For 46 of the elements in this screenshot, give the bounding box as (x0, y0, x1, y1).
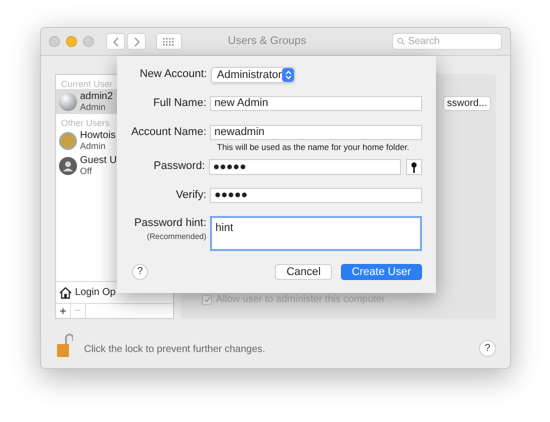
add-button[interactable]: + (56, 304, 71, 318)
forward-button[interactable] (127, 33, 146, 50)
hint-field[interactable]: hint (210, 216, 422, 251)
user-role: Admin (80, 102, 107, 112)
house-icon (59, 286, 72, 298)
chevron-left-icon (112, 36, 118, 46)
search-icon (397, 37, 406, 46)
section-header: Other Users (60, 117, 111, 128)
avatar-placeholder (59, 132, 77, 150)
window-title: Users & Groups (226, 34, 308, 50)
password-field[interactable]: ●●●●● (209, 159, 401, 175)
key-button[interactable] (406, 159, 422, 175)
text-field[interactable]: new Admin (210, 96, 422, 111)
field-sublabel: (Recommended) (146, 231, 206, 243)
create-user-button[interactable]: Create User (340, 264, 422, 280)
key-icon (411, 162, 417, 172)
text-field[interactable]: newadmin (210, 125, 422, 140)
minimize-icon[interactable] (66, 36, 77, 47)
field-label: Verify: (176, 188, 206, 203)
help-button[interactable]: ? (132, 264, 148, 280)
search-input[interactable]: Search (408, 34, 497, 49)
unlocked-padlock-icon[interactable] (57, 333, 73, 357)
field-label: New Account: (140, 67, 207, 82)
user-role: Admin (80, 140, 107, 152)
zoom-icon[interactable] (83, 36, 94, 47)
field-label: Password hint: (134, 216, 206, 231)
show-all-button[interactable] (156, 33, 182, 50)
password-button[interactable]: ssword... (442, 96, 491, 111)
field-note: This will be used as the name for your home folder. (217, 141, 410, 154)
cancel-button[interactable]: Cancel (275, 264, 332, 280)
chevron-right-icon (134, 36, 140, 46)
user-name: Howtois (80, 130, 116, 140)
back-button[interactable] (106, 33, 125, 50)
search-field[interactable]: Search (392, 33, 502, 50)
text-field[interactable]: ●●●●● (210, 188, 422, 203)
close-icon[interactable] (49, 36, 60, 47)
account-type-popup[interactable]: Administrator (211, 67, 295, 83)
user-role: Off (80, 166, 93, 176)
stepper-arrows-icon (282, 68, 294, 82)
lock-message: Click the lock to prevent further changes. (84, 342, 266, 356)
user-name: admin2 (80, 90, 113, 102)
user-name: Guest U (80, 154, 117, 166)
section-header: Current User (60, 78, 114, 89)
user-silhouette-icon (59, 156, 77, 174)
grid-icon (163, 38, 175, 46)
help-button[interactable]: ? (479, 340, 496, 356)
